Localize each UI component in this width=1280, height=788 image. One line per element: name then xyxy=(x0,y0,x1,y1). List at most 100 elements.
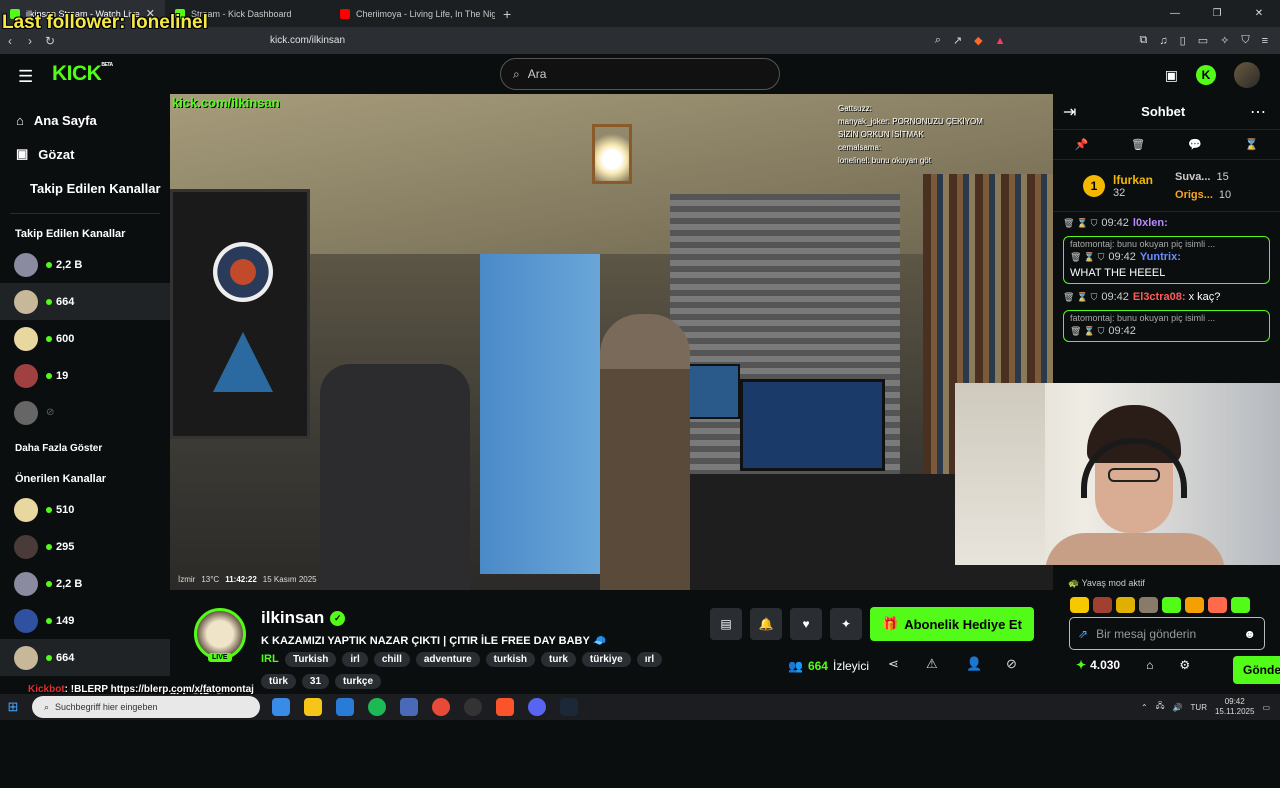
chat-message-input[interactable]: ⇗ Bir mesaj gönderin ☻ xyxy=(1069,617,1265,650)
emote-icon[interactable] xyxy=(1162,597,1181,613)
language-indicator[interactable]: TUR xyxy=(1191,703,1207,712)
notifications-icon[interactable]: ▭ xyxy=(1262,703,1270,712)
emote-icon[interactable] xyxy=(1231,597,1250,613)
hosting-icon[interactable]: 👤 xyxy=(966,656,982,672)
calculator-icon[interactable] xyxy=(400,698,418,716)
emote-icon[interactable] xyxy=(1116,597,1135,613)
emote-icon[interactable] xyxy=(1139,597,1158,613)
hourglass-icon[interactable]: ⌛ xyxy=(1245,138,1259,151)
store-icon[interactable] xyxy=(336,698,354,716)
streamer-name[interactable]: ilkinsan xyxy=(261,608,324,628)
extensions-icon[interactable]: ⧉ xyxy=(1140,34,1148,47)
network-icon[interactable]: 🖧 xyxy=(1156,700,1165,714)
share-icon[interactable]: ⋖ xyxy=(888,656,899,672)
vpn-icon[interactable]: ⛉ xyxy=(1241,34,1249,47)
tray-arrow-icon[interactable]: ⌃ xyxy=(1141,703,1148,712)
tag[interactable]: irl xyxy=(342,652,368,667)
show-more-link[interactable]: Daha Fazla Göster xyxy=(0,437,170,461)
leaderboard-row[interactable]: Origs... 10 xyxy=(1175,189,1231,201)
hide-icon[interactable]: ⊘ xyxy=(1006,656,1017,672)
collapse-chat-icon[interactable]: ⇥ xyxy=(1063,102,1076,122)
store-icon[interactable]: ⌂ xyxy=(1146,658,1153,672)
sidebar-channel[interactable]: ilkinsanIRL664 xyxy=(0,639,211,714)
emoji-icon[interactable]: ☻ xyxy=(1243,627,1256,641)
sidebar-channel[interactable]: ccinextPUBG: Battle...149 xyxy=(0,602,231,714)
tag[interactable]: türkiye xyxy=(581,652,631,667)
taskbar-clock[interactable]: 09:42 15.11.2025 xyxy=(1215,697,1254,717)
sidebar-channel[interactable]: limonifySadece Sohbet600 xyxy=(0,320,232,714)
share-icon[interactable]: ↗ xyxy=(953,34,962,47)
theater-mode-icon[interactable]: ▤ xyxy=(710,608,742,640)
tag[interactable]: turk xyxy=(541,652,576,667)
tag[interactable]: adventure xyxy=(415,652,480,667)
back-icon[interactable]: ‹ xyxy=(0,34,20,48)
user-avatar[interactable] xyxy=(1234,62,1260,88)
tag[interactable]: 31 xyxy=(301,674,330,689)
forward-icon[interactable]: › xyxy=(20,34,40,48)
spotify-icon[interactable] xyxy=(368,698,386,716)
brave-icon[interactable] xyxy=(496,698,514,716)
leo-icon[interactable]: ✧ xyxy=(1220,34,1229,47)
media-icon[interactable]: ♫ xyxy=(1159,35,1167,47)
report-icon[interactable]: ⚠ xyxy=(926,656,938,672)
wallet-icon[interactable]: ▭ xyxy=(1198,34,1208,47)
sidebar-channel[interactable]: LevoWhere Win...2,2 B xyxy=(0,246,222,714)
sparkle-icon[interactable]: ✦ xyxy=(830,608,862,640)
rewards-chest-icon[interactable]: ▣ xyxy=(1165,67,1178,84)
emote-icon[interactable] xyxy=(1070,597,1089,613)
windows-start-icon[interactable]: ⊞ xyxy=(0,699,26,715)
menu-icon[interactable]: ≡ xyxy=(1262,35,1268,47)
notification-bell-icon[interactable]: 🔔 xyxy=(750,608,782,640)
browser-tab[interactable]: Cheriimoya - Living Life, In The Night xyxy=(330,0,495,27)
kick-points-icon[interactable]: K xyxy=(1196,65,1216,85)
trash-icon[interactable]: 🗑 xyxy=(1131,138,1145,151)
sidebar-item-browse[interactable]: ▣ Gözat xyxy=(0,137,170,171)
tag[interactable]: chill xyxy=(373,652,410,667)
chrome-icon[interactable] xyxy=(432,698,450,716)
sidebar-icon[interactable]: ▯ xyxy=(1180,34,1186,47)
chat-bubble-icon[interactable]: 💬 xyxy=(1188,138,1202,151)
emote-icon[interactable] xyxy=(1093,597,1112,613)
minimize-icon[interactable]: — xyxy=(1154,0,1196,27)
video-player[interactable]: kick.com/ilkinsan Gattsuzz: manyak_joker… xyxy=(170,94,1053,590)
sidebar-channel[interactable]: ApoCalpSerIRL295 xyxy=(0,528,233,714)
leader-name[interactable]: lfurkan xyxy=(1113,173,1153,187)
sidebar-item-home[interactable]: ⌂ Ana Sayfa xyxy=(0,103,170,137)
mod-tools-icon[interactable]: 🗑 ⌛ ⛉ xyxy=(1070,326,1104,336)
sidebar-channel[interactable]: limonifySadece Sohbet510 xyxy=(0,491,232,714)
follow-heart-icon[interactable]: ♥ xyxy=(790,608,822,640)
edge-icon[interactable] xyxy=(272,698,290,716)
taskbar-search[interactable]: ⌕ Suchbegriff hier eingeben xyxy=(32,696,260,718)
emote-icon[interactable] xyxy=(1185,597,1204,613)
stream-category[interactable]: IRL xyxy=(261,653,279,665)
sidebar-channel[interactable]: LevoWhere Win...2,2 B xyxy=(0,565,222,714)
hamburger-menu-icon[interactable]: ☰ xyxy=(18,67,33,87)
url-field[interactable]: kick.com/ilkinsan xyxy=(270,31,990,50)
sidebar-channel[interactable]: PalaBaba06⊘ xyxy=(0,394,232,704)
sidebar-channel[interactable]: ilkinsanIRL664 xyxy=(0,283,211,714)
tag[interactable]: turkçe xyxy=(335,674,382,689)
steam-icon[interactable] xyxy=(560,698,578,716)
search-input[interactable]: ⌕ Ara xyxy=(500,58,780,90)
chat-settings-icon[interactable]: ⚙ xyxy=(1179,658,1190,672)
file-explorer-icon[interactable] xyxy=(304,698,322,716)
sidebar-item-following[interactable]: Takip Edilen Kanallar xyxy=(0,171,170,205)
channel-points[interactable]: ✦ 4.030 xyxy=(1076,658,1120,672)
gift-subscription-button[interactable]: 🎁 Abonelik Hediye Et xyxy=(870,607,1034,641)
kick-logo[interactable]: KICKBETA xyxy=(52,62,113,86)
tag[interactable]: türk xyxy=(261,674,296,689)
sidebar-channel[interactable]: kurankursu_...Music Stations19 xyxy=(0,357,245,714)
zoom-icon[interactable]: ⌕ xyxy=(935,34,941,47)
tag[interactable]: turkish xyxy=(485,652,535,667)
new-tab-icon[interactable]: + xyxy=(503,6,511,22)
discord-icon[interactable] xyxy=(528,698,546,716)
chat-command-icon[interactable]: ⇗ xyxy=(1078,627,1088,641)
shield-icon[interactable]: ◆ xyxy=(974,34,982,47)
rewards-icon[interactable]: ▲ xyxy=(995,35,1006,47)
tag[interactable]: Turkish xyxy=(285,652,337,667)
mod-tools-icon[interactable]: 🗑 ⌛ ⛉ xyxy=(1063,292,1097,302)
send-button[interactable]: Gönder xyxy=(1233,656,1280,684)
close-window-icon[interactable]: ✕ xyxy=(1238,0,1280,27)
mod-tools-icon[interactable]: 🗑 ⌛ ⛉ xyxy=(1070,252,1104,262)
obs-icon[interactable] xyxy=(464,698,482,716)
